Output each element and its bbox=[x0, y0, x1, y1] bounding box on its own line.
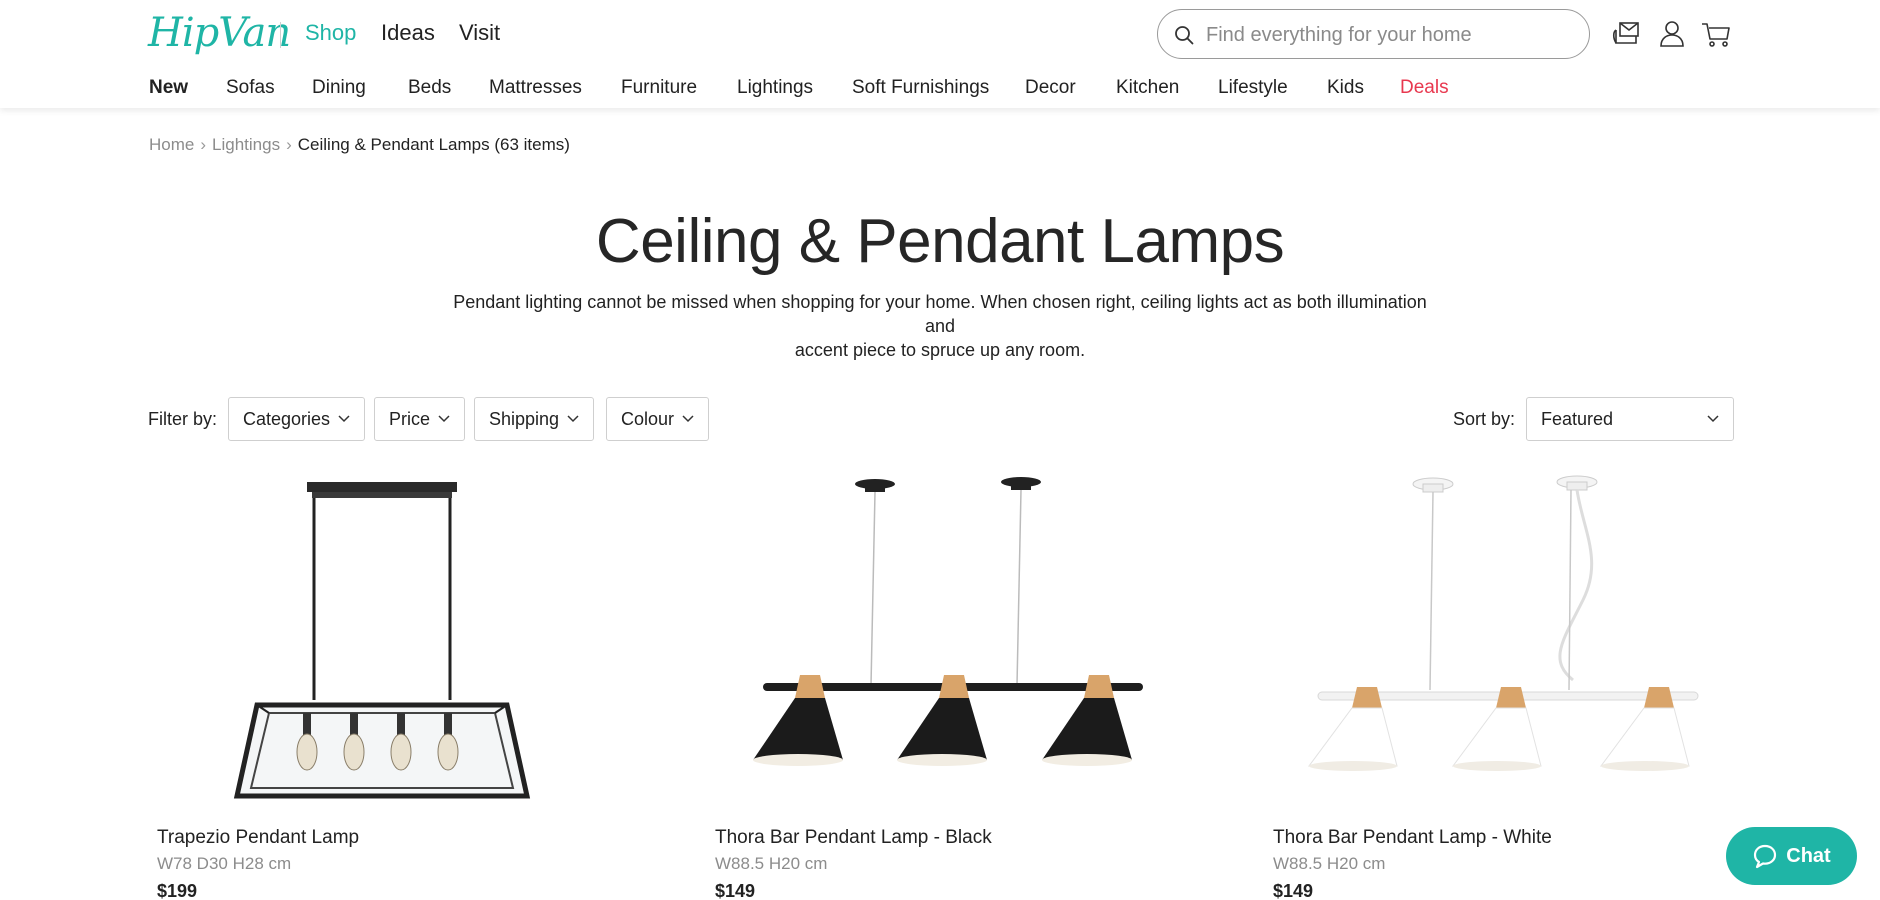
product-price: $199 bbox=[157, 881, 198, 900]
nav-shop[interactable]: Shop bbox=[305, 20, 356, 46]
user-icon[interactable] bbox=[1656, 18, 1688, 50]
product-card[interactable]: Thora Bar Pendant Lamp - Black W88.5 H20… bbox=[715, 470, 1235, 900]
category-new[interactable]: New bbox=[149, 77, 188, 99]
category-soft-furnishings[interactable]: Soft Furnishings bbox=[852, 77, 989, 99]
search-bar[interactable] bbox=[1157, 9, 1590, 59]
product-dimensions: W88.5 H20 cm bbox=[1273, 854, 1386, 873]
breadcrumb: Home › Lightings › Ceiling & Pendant Lamps (… bbox=[149, 135, 570, 155]
sort-label: Sort by: bbox=[1453, 409, 1516, 429]
search-input[interactable] bbox=[1206, 22, 1576, 48]
category-sofas[interactable]: Sofas bbox=[226, 77, 275, 99]
filter-price-button[interactable]: Price bbox=[374, 397, 466, 441]
filter-shipping-button[interactable]: Shipping bbox=[474, 397, 595, 441]
cart-icon[interactable] bbox=[1700, 18, 1732, 50]
breadcrumb-current: Ceiling & Pendant Lamps (63 items) bbox=[297, 135, 570, 154]
messages-icon[interactable] bbox=[1610, 18, 1642, 50]
product-name[interactable]: Trapezio Pendant Lamp bbox=[157, 827, 359, 849]
breadcrumb-home[interactable]: Home bbox=[149, 135, 194, 154]
filter-shipping-label: Shipping bbox=[489, 408, 560, 429]
logo-divider bbox=[280, 22, 281, 48]
sort-selected-value: Featured bbox=[1541, 408, 1614, 429]
chevron-right-icon: › bbox=[200, 135, 207, 154]
product-image-thora-bar-pendant-lamp-white[interactable] bbox=[1273, 470, 1793, 810]
chat-label: Chat bbox=[1786, 844, 1831, 867]
page-description: Pendant lighting cannot be missed when s… bbox=[440, 290, 1440, 362]
product-price: $149 bbox=[1273, 881, 1314, 900]
category-beds[interactable]: Beds bbox=[408, 77, 451, 99]
chevron-down-icon bbox=[567, 415, 579, 423]
filter-colour-button[interactable]: Colour bbox=[606, 397, 710, 441]
filter-price-label: Price bbox=[389, 408, 431, 429]
product-dimensions: W88.5 H20 cm bbox=[715, 854, 828, 873]
search-icon bbox=[1175, 26, 1194, 45]
chat-button[interactable]: Chat bbox=[1726, 827, 1857, 885]
category-furniture[interactable]: Furniture bbox=[621, 77, 697, 99]
category-kitchen[interactable]: Kitchen bbox=[1116, 77, 1179, 99]
product-image-thora-bar-pendant-lamp-black[interactable] bbox=[715, 470, 1235, 810]
nav-visit[interactable]: Visit bbox=[459, 20, 500, 46]
filter-categories-button[interactable]: Categories bbox=[228, 397, 366, 441]
chevron-down-icon bbox=[1707, 415, 1719, 423]
category-deals[interactable]: Deals bbox=[1400, 77, 1449, 99]
page-description-line: accent piece to spruce up any room. bbox=[794, 340, 1086, 360]
category-kids[interactable]: Kids bbox=[1327, 77, 1364, 99]
product-name[interactable]: Thora Bar Pendant Lamp - Black bbox=[715, 827, 992, 849]
filter-label: Filter by: bbox=[148, 409, 218, 429]
chevron-down-icon bbox=[682, 415, 694, 423]
category-dining[interactable]: Dining bbox=[312, 77, 366, 99]
breadcrumb-lightings[interactable]: Lightings bbox=[212, 135, 280, 154]
hipvan-logo[interactable]: HipVan bbox=[148, 10, 291, 56]
product-card[interactable]: Trapezio Pendant Lamp W78 D30 H28 cm $19… bbox=[157, 470, 677, 900]
product-image-trapezio-pendant-lamp[interactable] bbox=[157, 470, 677, 810]
category-lightings[interactable]: Lightings bbox=[737, 77, 813, 99]
category-mattresses[interactable]: Mattresses bbox=[489, 77, 582, 99]
chevron-down-icon bbox=[438, 415, 450, 423]
product-name[interactable]: Thora Bar Pendant Lamp - White bbox=[1273, 827, 1552, 849]
product-dimensions: W78 D30 H28 cm bbox=[157, 854, 292, 873]
category-decor[interactable]: Decor bbox=[1025, 77, 1076, 99]
product-card[interactable]: Thora Bar Pendant Lamp - White W88.5 H20… bbox=[1273, 470, 1793, 900]
page-description-line: Pendant lighting cannot be missed when s… bbox=[453, 292, 1427, 336]
page-title: Ceiling & Pendant Lamps bbox=[595, 207, 1285, 276]
chevron-down-icon bbox=[338, 415, 350, 423]
chevron-right-icon: › bbox=[286, 135, 292, 154]
filter-colour-label: Colour bbox=[621, 408, 675, 429]
nav-ideas[interactable]: Ideas bbox=[381, 20, 435, 46]
chat-bubble-icon bbox=[1754, 844, 1777, 869]
sort-select[interactable]: Featured bbox=[1526, 397, 1734, 441]
filter-categories-label: Categories bbox=[243, 408, 331, 429]
category-lifestyle[interactable]: Lifestyle bbox=[1218, 77, 1288, 99]
product-price: $149 bbox=[715, 881, 756, 900]
site-header: HipVan Shop Ideas Visit New Sofas Dining… bbox=[0, 0, 1880, 108]
